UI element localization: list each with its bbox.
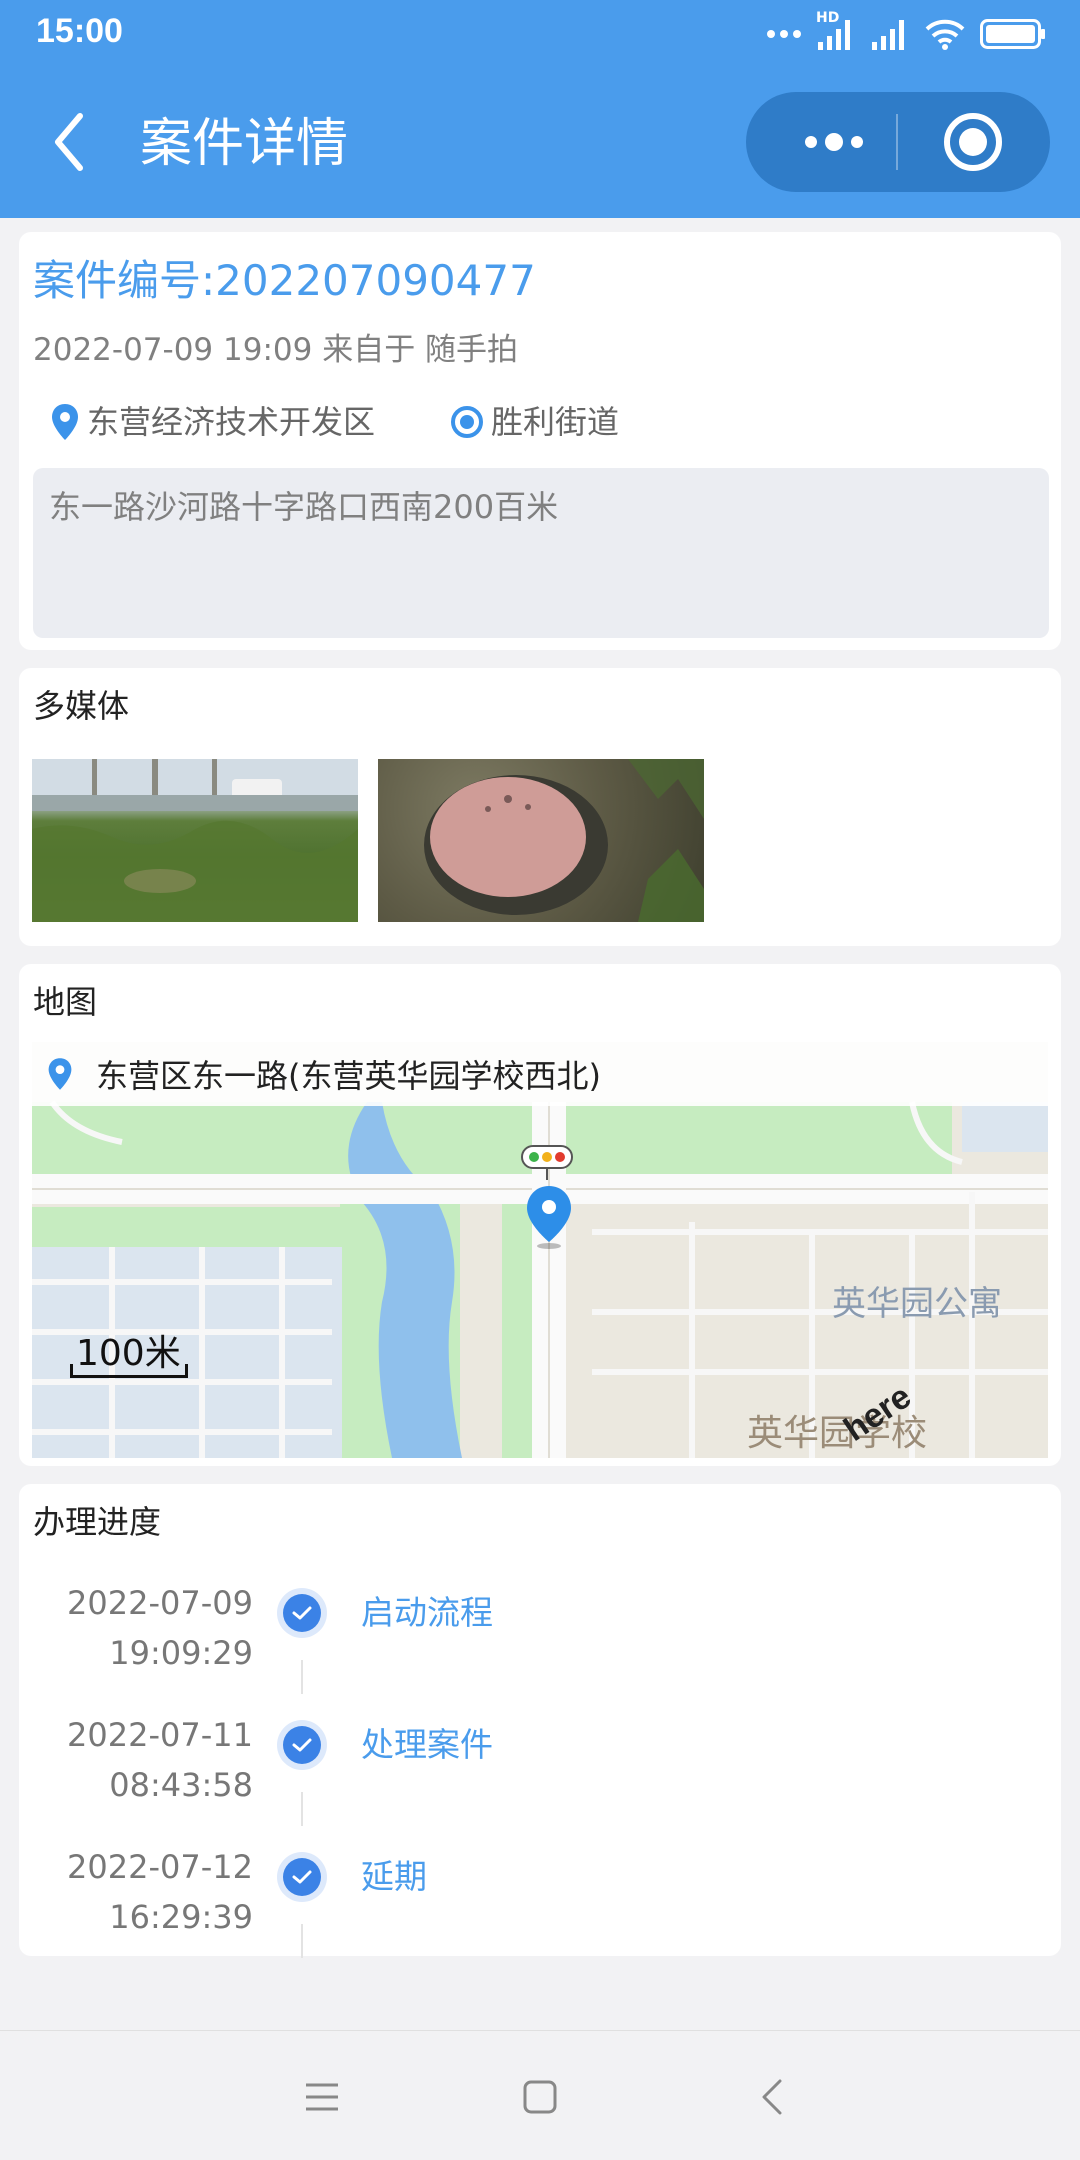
street-tag: 胜利街道 (449, 400, 619, 444)
timeline-datetime: 2022-07-12 16:29:39 (67, 1842, 253, 1942)
home-icon[interactable] (518, 2075, 562, 2119)
case-number: 案件编号:202207090477 (33, 256, 536, 305)
street-label: 胜利街道 (491, 403, 620, 441)
map-section-title: 地图 (33, 983, 98, 1021)
more-options-button[interactable] (784, 92, 884, 192)
target-location-icon (451, 406, 483, 438)
system-navigation-bar (0, 2030, 1080, 2160)
case-info-card: 案件编号:202207090477 2022-07-09 19:09 来自于 随… (19, 232, 1061, 650)
location-pin-icon (52, 404, 78, 440)
media-photo-thumbnail[interactable] (32, 759, 358, 922)
media-photo-thumbnail[interactable] (378, 759, 704, 922)
status-icons: HD (766, 10, 1046, 56)
timeline-connector (301, 1792, 303, 1826)
timeline-step-label: 延期 (361, 1857, 427, 1896)
status-time: 15:00 (36, 12, 123, 50)
capsule-divider (896, 114, 898, 170)
check-circle-icon (277, 1588, 327, 1638)
timeline-time: 19:09:29 (109, 1634, 253, 1672)
map-location-bar: 东营区东一路(东营英华园学校西北) (32, 1042, 1048, 1106)
timeline-time: 08:43:58 (109, 1766, 253, 1804)
timeline-connector (301, 1924, 303, 1958)
timeline-date: 2022-07-12 (67, 1848, 253, 1886)
back-arrow-icon[interactable] (50, 112, 90, 172)
mini-program-capsule (746, 92, 1050, 192)
wifi-icon (925, 19, 965, 50)
address-box: 东一路沙河路十字路口西南200百米 (33, 468, 1049, 638)
timeline-date: 2022-07-11 (67, 1716, 253, 1754)
media-section-title: 多媒体 (33, 687, 130, 725)
timeline-time: 16:29:39 (109, 1898, 253, 1936)
location-pin-icon (48, 1058, 72, 1090)
timeline-date: 2022-07-09 (67, 1584, 253, 1622)
system-back-icon[interactable] (752, 2075, 796, 2119)
roadside-photo-image (32, 759, 358, 922)
check-circle-icon (277, 1720, 327, 1770)
map-card: 地图 东营区东一路(东营英华园学校西北) 100米 英华园公寓 英华园学校 he… (19, 964, 1061, 1466)
district-tag: 东营经济技术开发区 (49, 400, 375, 444)
page-title: 案件详情 (140, 114, 349, 174)
battery-icon (980, 19, 1045, 49)
progress-card: 办理进度 2022-07-09 19:09:29 启动流程 2022-07-11… (19, 1484, 1061, 1958)
signal-dots-icon (767, 30, 801, 38)
map-scale-bar (70, 1364, 188, 1378)
more-dot-icon (825, 133, 843, 151)
timeline-item: 2022-07-12 16:29:39 延期 (19, 1842, 1061, 1974)
recent-apps-icon[interactable] (300, 2075, 344, 2119)
case-meta: 2022-07-09 19:09 来自于 随手拍 (33, 332, 519, 368)
cell-signal-icon (818, 20, 850, 50)
cell-signal-2-icon (872, 20, 904, 50)
district-label: 东营经济技术开发区 (87, 403, 376, 441)
map-poi-label: 英华园公寓 (832, 1284, 1002, 1324)
check-circle-icon (277, 1852, 327, 1902)
progress-section-title: 办理进度 (33, 1503, 162, 1541)
more-dot-icon (805, 136, 817, 148)
timeline-datetime: 2022-07-09 19:09:29 (67, 1578, 253, 1678)
map-view[interactable]: 东营区东一路(东营英华园学校西北) 100米 英华园公寓 英华园学校 here (32, 1042, 1048, 1458)
timeline-item: 2022-07-11 08:43:58 处理案件 (19, 1710, 1061, 1842)
timeline-datetime: 2022-07-11 08:43:58 (67, 1710, 253, 1810)
app-header: 15:00 HD 案件详情 (0, 0, 1080, 218)
timeline-connector (301, 1660, 303, 1694)
timeline-step-label: 启动流程 (361, 1593, 493, 1632)
map-location-label: 东营区东一路(东营英华园学校西北) (96, 1057, 601, 1095)
media-card: 多媒体 (19, 668, 1061, 946)
map-marker-icon[interactable] (524, 1184, 574, 1250)
manhole-cover-photo-image (424, 759, 704, 922)
close-mini-program-button[interactable] (944, 113, 1002, 171)
timeline-item: 2022-07-09 19:09:29 启动流程 (19, 1578, 1061, 1710)
timeline-step-label: 处理案件 (361, 1725, 493, 1764)
more-dot-icon (851, 136, 863, 148)
